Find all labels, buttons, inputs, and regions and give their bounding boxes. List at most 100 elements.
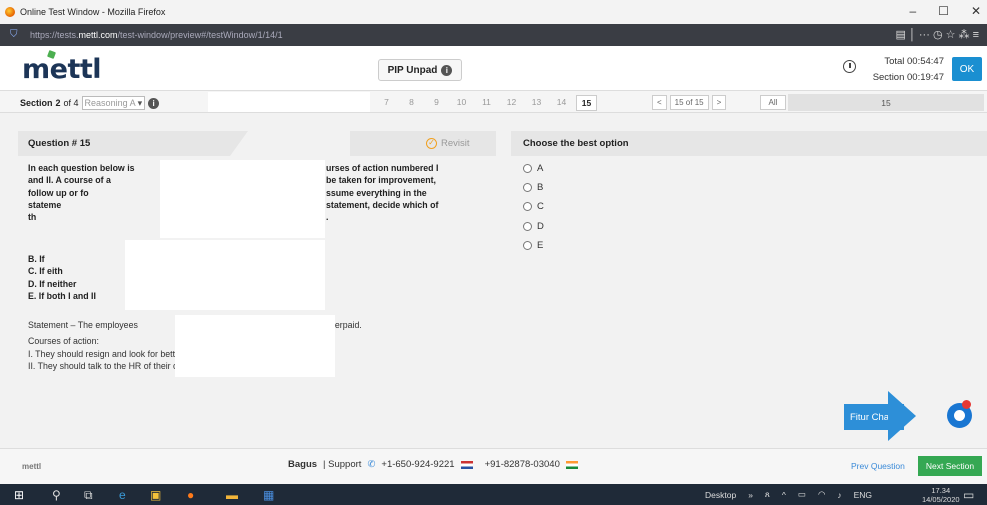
question-number[interactable]: 10 [451,95,472,111]
radio-button[interactable] [523,241,532,250]
radio-button[interactable] [523,183,532,192]
clock-date: 14/05/2020 [922,495,960,504]
answer-option-d[interactable]: D [523,221,544,232]
option-label: A [537,163,544,174]
question-number[interactable]: 11 [476,95,497,111]
us-flag-icon [460,460,473,469]
next-section-button[interactable]: Next Section [918,456,982,476]
minimize-button[interactable]: – [909,4,916,18]
section-info-icon[interactable]: i [148,97,160,109]
system-tray: Desktop » ጸ ^ ▭ ◠ ♪ ENG [705,489,872,500]
timers: Total 00:54:47 Section 00:19:47 [862,54,944,86]
calendar-icon[interactable]: ▦ [263,488,274,502]
test-name-button[interactable]: PIP Unpad i [378,59,462,81]
phone-us: +1-650-924-9221 [381,459,455,470]
windows-start-icon[interactable]: ⊞ [14,488,24,502]
all-filter-button[interactable]: All [760,95,786,110]
task-view-icon[interactable]: ⧉ [84,488,93,503]
question-line: and II. A course of a [28,175,111,186]
desktop-toolbar[interactable]: Desktop [705,490,736,500]
question-option-line: E. If both I and II [28,291,96,302]
section-select[interactable]: Reasoning A ▾ [81,96,146,110]
shield-icon: ⛉ [10,29,18,40]
volume-icon[interactable]: ♪ [837,490,841,500]
section-of: of 4 [63,98,79,108]
question-number[interactable]: 9 [426,95,447,111]
chevron-up-icon[interactable]: ^ [782,490,786,500]
mask [230,131,350,156]
answer-panel [511,131,987,401]
mask [208,92,370,112]
answer-option-b[interactable]: B [523,182,543,193]
firefox-taskbar-icon[interactable]: ● [187,488,194,502]
chevron-down-icon: ▾ [137,97,143,108]
ok-button[interactable]: OK [952,57,982,81]
answer-title: Choose the best option [523,138,629,149]
question-number[interactable]: 14 [551,95,572,111]
mettl-logo: mettl [22,50,102,85]
question-number[interactable]: 12 [501,95,522,111]
pager: < 15 of 15 > [652,95,727,110]
india-flag-icon [565,460,578,469]
window-title-bar: Online Test Window - Mozilla Firefox – ☐… [0,0,987,24]
revisit-button[interactable]: ✓ Revisit [426,138,470,149]
answer-option-e[interactable]: E [523,240,543,251]
clock-icon [843,60,856,73]
phone-in: +91-82878-03040 [484,459,560,470]
notification-icon[interactable]: ▭ [963,488,974,502]
people-icon[interactable]: ጸ [765,489,770,500]
section-timer: Section 00:19:47 [872,72,944,83]
notification-badge [962,400,971,409]
question-line: stateme [28,199,62,210]
question-number[interactable]: 13 [526,95,547,111]
info-icon[interactable]: i [441,64,453,76]
radio-button[interactable] [523,202,532,211]
question-options: B. If C. If eith D. If neither E. If bot… [28,253,96,303]
store-icon[interactable]: ▣ [150,488,161,502]
browser-toolbar-icons[interactable]: ▤ │ ··· ◷ ☆ ⁂ ≡ [896,28,979,41]
current-question-number[interactable]: 15 [576,95,597,111]
support-name: Bagus [288,459,318,470]
option-label: D [537,221,544,232]
edge-icon[interactable]: e [119,488,126,502]
mask [125,240,325,310]
support-label: | Support [323,459,362,470]
prev-question-button[interactable]: Prev Question [851,461,905,471]
question-navigator: 7 8 9 10 11 12 13 14 15 [376,95,597,111]
question-line: th [28,212,37,223]
wifi-icon[interactable]: ◠ [818,489,825,500]
network-icon[interactable]: ▭ [798,489,806,500]
question-line: follow up or fo [28,187,89,198]
radio-button[interactable] [523,164,532,173]
arrow-icon [888,391,916,441]
language-indicator[interactable]: ENG [854,490,872,500]
section-number: 2 [55,98,61,108]
test-name-label: PIP Unpad [387,64,438,76]
question-option-line: B. If [28,254,45,264]
answer-option-c[interactable]: C [523,201,544,212]
section-prefix: Section [20,98,53,108]
firefox-icon [5,7,15,17]
clock-time: 17.34 [931,486,951,495]
statement-text: Statement – The employees [28,320,138,330]
pager-prev-button[interactable]: < [652,95,667,110]
option-label: C [537,201,544,212]
url-bar[interactable]: ⛉ https://tests.mettl.com/test-window/pr… [0,24,987,46]
chevron-icon[interactable]: » [748,490,753,500]
pager-next-button[interactable]: > [711,95,727,110]
radio-button[interactable] [523,222,532,231]
question-count: 15 [788,94,984,111]
search-icon[interactable]: ⚲ [52,488,61,502]
phone-icon: ✆ [367,459,376,470]
question-line: . [326,212,329,223]
restore-button[interactable]: ☐ [938,4,949,18]
question-number[interactable]: 8 [401,95,422,111]
answer-option-a[interactable]: A [523,163,543,174]
file-explorer-icon[interactable]: ▬ [226,488,238,502]
taskbar-clock[interactable]: 17.34 14/05/2020 [922,486,960,504]
url-text[interactable]: https://tests.mettl.com/test-window/prev… [30,30,283,40]
revisit-icon: ✓ [426,138,437,149]
question-number[interactable]: 7 [376,95,397,111]
close-button[interactable]: ✕ [971,4,981,18]
option-label: E [537,240,544,251]
